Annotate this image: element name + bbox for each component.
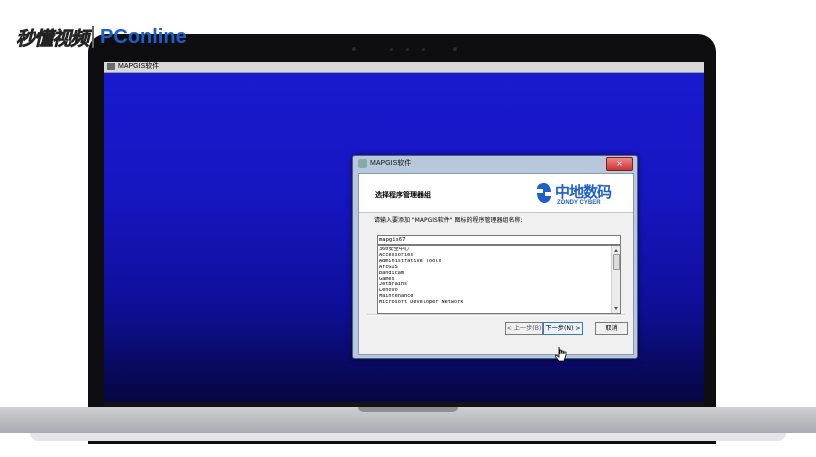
dialog-title-bar[interactable]: MAPGIS软件 × [353, 156, 637, 171]
installer-title-bar: MAPGIS软件 [104, 62, 704, 73]
setup-dialog: MAPGIS软件 × 选择程序管理器组 中地数码 ZONDY CYBER 请输入… [352, 155, 638, 359]
watermark-pc: PC [100, 25, 128, 48]
prompt-text: 请输入要添加 "MAPGIS软件" 图标的程序管理器组名称: [374, 217, 523, 224]
sensor-icon [422, 48, 425, 51]
scroll-thumb[interactable] [613, 254, 620, 270]
button-divider [367, 314, 625, 316]
app-icon [358, 159, 367, 168]
dialog-client-area: 选择程序管理器组 中地数码 ZONDY CYBER 请输入要添加 "MAPGIS… [358, 173, 634, 355]
group-name-input[interactable]: mapgis67 [377, 235, 621, 245]
laptop-lid-notch [358, 407, 458, 412]
watermark-logo: 秒懂视频 PC online [16, 22, 187, 52]
scroll-up-icon[interactable] [614, 249, 618, 252]
next-button[interactable]: 下一步(N) > [543, 322, 583, 335]
program-group-list[interactable]: 360安全中心 Accessories Administrative Tools… [377, 245, 621, 314]
installer-title: MAPGIS软件 [118, 63, 160, 70]
logo-english: ZONDY CYBER [557, 200, 601, 206]
dialog-header: 选择程序管理器组 中地数码 ZONDY CYBER [359, 174, 633, 213]
scroll-down-icon[interactable] [614, 307, 618, 310]
close-button[interactable]: × [606, 157, 633, 171]
list-scrollbar[interactable] [611, 246, 620, 313]
camera-icon [453, 47, 457, 51]
list-item[interactable]: Microsoft Developer Network [379, 300, 611, 306]
camera-icon [352, 47, 356, 51]
sensor-icon [406, 48, 409, 51]
cancel-button[interactable]: 取消 [595, 322, 628, 335]
watermark-separator [92, 26, 95, 48]
zondy-mark-icon [537, 183, 551, 203]
app-icon [107, 63, 115, 70]
zondy-logo: 中地数码 ZONDY CYBER [535, 180, 627, 208]
back-button[interactable]: < 上一步(B) [505, 322, 543, 335]
watermark-online: online [127, 25, 187, 48]
page-heading: 选择程序管理器组 [375, 191, 431, 199]
laptop-base-shadow [30, 433, 786, 441]
dialog-title: MAPGIS软件 [370, 160, 412, 167]
mouse-pointer-icon [555, 346, 567, 362]
watermark-miaodong: 秒懂视频 [16, 27, 90, 50]
sensor-icon [390, 48, 393, 51]
logo-chinese: 中地数码 [555, 183, 612, 201]
